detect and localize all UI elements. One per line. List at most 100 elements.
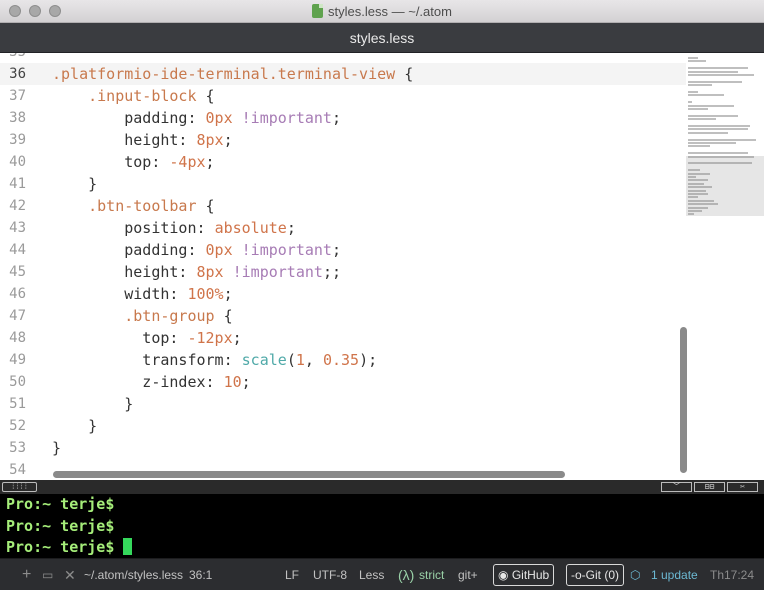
zoom-window-button[interactable] <box>49 5 61 17</box>
code-line[interactable]: 44 padding: 0px !important; <box>0 239 686 261</box>
line-number: 35 <box>0 53 26 63</box>
horizontal-scrollbar[interactable] <box>53 471 565 478</box>
minimap-line <box>688 131 728 134</box>
clock: Th17:24 <box>710 568 755 582</box>
status-bar: + ▭ ✕ ~/.atom/styles.less 36:1 LF UTF-8 … <box>0 558 764 590</box>
terminal-maximize-button[interactable]: ⊟⊟ <box>694 482 725 492</box>
code-line[interactable]: 35 <box>0 53 686 63</box>
cursor-position[interactable]: 36:1 <box>189 559 212 590</box>
code-line[interactable]: 40 top: -4px; <box>0 151 686 173</box>
window-controls <box>9 5 61 17</box>
line-code: .btn-group { <box>124 307 233 325</box>
document-icon <box>312 4 324 18</box>
line-code: top: -12px; <box>52 329 242 347</box>
terminal-resize-handle[interactable]: ⁞⁞⁞⁞ <box>2 482 37 492</box>
file-encoding[interactable]: UTF-8 <box>313 559 347 590</box>
line-code: transform: scale(1, 0.35); <box>52 351 378 369</box>
file-path[interactable]: ~/.atom/styles.less <box>84 559 183 590</box>
code-area[interactable]: 35 36 .platformio-ide-terminal.terminal-vi… <box>0 53 686 480</box>
minimap-line <box>688 125 750 127</box>
code-line[interactable]: 41 } <box>0 173 686 195</box>
line-number: 49 <box>9 352 26 368</box>
terminal-prompt: Pro:~ terje$ <box>6 538 124 556</box>
line-code: height: 8px !important;; <box>52 263 341 281</box>
tab-styles-less[interactable]: styles.less <box>350 30 415 46</box>
code-line[interactable]: 37 .input-block { <box>0 85 686 107</box>
code-line[interactable]: 52 } <box>0 415 686 437</box>
line-code: .platformio-ide-terminal.terminal-view { <box>52 65 414 83</box>
minimap-line <box>688 169 700 172</box>
line-number: 37 <box>9 88 26 104</box>
minimap[interactable] <box>686 53 764 480</box>
code-line[interactable]: 53} <box>0 437 686 459</box>
minimap-line <box>688 67 748 70</box>
minimap-line <box>688 155 754 158</box>
grammar-selector[interactable]: Less <box>359 559 384 590</box>
minimize-window-button[interactable] <box>29 5 41 17</box>
minimap-line <box>688 74 754 76</box>
tab-bar: styles.less <box>0 23 764 53</box>
terminal-line: Pro:~ terje$ <box>6 516 115 535</box>
minimap-line <box>688 213 694 216</box>
line-number: 54 <box>9 462 26 478</box>
code-line[interactable]: 51 } <box>0 393 686 415</box>
line-code: } <box>52 439 62 457</box>
line-number: 52 <box>9 418 26 434</box>
line-code: padding: 0px !important; <box>52 241 341 259</box>
code-line[interactable]: 45 height: 8px !important;; <box>0 261 686 283</box>
code-line[interactable]: 39 height: 8px; <box>0 129 686 151</box>
line-code: z-index: 10; <box>52 373 251 391</box>
line-number: 50 <box>9 374 26 390</box>
git-button[interactable]: -o-Git (0) <box>566 564 625 586</box>
update-notice[interactable]: 1 update <box>651 559 698 590</box>
minimap-line <box>688 94 724 97</box>
line-code: .input-block { <box>88 87 215 105</box>
minimap-line <box>688 152 748 155</box>
line-number: 39 <box>9 132 26 148</box>
minimap-line <box>688 179 708 182</box>
code-line[interactable]: 47 .btn-group { <box>0 305 686 327</box>
code-editor[interactable]: 35 36 .platformio-ide-terminal.terminal-vi… <box>0 53 764 480</box>
terminal-icon[interactable]: ▭ <box>42 559 53 590</box>
code-line[interactable]: 50 z-index: 10; <box>0 371 686 393</box>
git-commit-icon: -o- <box>571 568 586 582</box>
code-line[interactable]: 43 position: absolute; <box>0 217 686 239</box>
github-button[interactable]: ◉ GitHub <box>493 564 555 586</box>
minimap-line <box>688 203 718 206</box>
vertical-scrollbar[interactable] <box>680 327 687 473</box>
window-title-bar: styles.less — ~/.atom <box>0 0 764 23</box>
minimap-line <box>688 114 738 117</box>
minimap-line <box>688 101 692 104</box>
terminal-cursor <box>123 538 133 555</box>
line-ending[interactable]: LF <box>285 559 299 590</box>
terminal[interactable]: Pro:~ terje$ Pro:~ terje$ Pro:~ terje$ <box>0 494 764 558</box>
code-line[interactable]: 49 transform: scale(1, 0.35); <box>0 349 686 371</box>
minimap-line <box>688 128 748 131</box>
terminal-line: Pro:~ terje$ <box>6 537 758 559</box>
add-terminal-icon[interactable]: + <box>22 559 31 590</box>
line-code: .btn-toolbar { <box>88 197 215 215</box>
close-window-button[interactable] <box>9 5 21 17</box>
minimap-line <box>688 57 698 59</box>
code-line[interactable]: 46 width: 100%; <box>0 283 686 305</box>
terminal-close-button[interactable]: ✂ <box>727 482 758 492</box>
minimap-line <box>688 60 706 63</box>
code-line[interactable]: 48 top: -12px; <box>0 327 686 349</box>
minimap-line <box>688 189 706 192</box>
minimap-line <box>688 108 708 110</box>
git-plus[interactable]: git+ <box>458 559 478 590</box>
code-line[interactable]: 38 padding: 0px !important; <box>0 107 686 129</box>
code-line[interactable]: 42 .btn-toolbar { <box>0 195 686 217</box>
lint-mode[interactable]: strict <box>419 559 444 590</box>
minimap-line <box>688 70 738 73</box>
minimap-line <box>688 193 708 195</box>
minimap-line <box>688 118 716 121</box>
line-number: 48 <box>9 330 26 346</box>
line-number: 43 <box>9 220 26 236</box>
terminal-line: Pro:~ terje$ <box>6 495 115 513</box>
minimap-line <box>688 104 734 107</box>
minimap-line <box>688 145 710 148</box>
terminal-hide-button[interactable]: ﹀ <box>661 482 692 492</box>
code-line[interactable]: 36 .platformio-ide-terminal.terminal-view… <box>0 63 686 85</box>
close-terminal-icon[interactable]: ✕ <box>64 559 76 590</box>
